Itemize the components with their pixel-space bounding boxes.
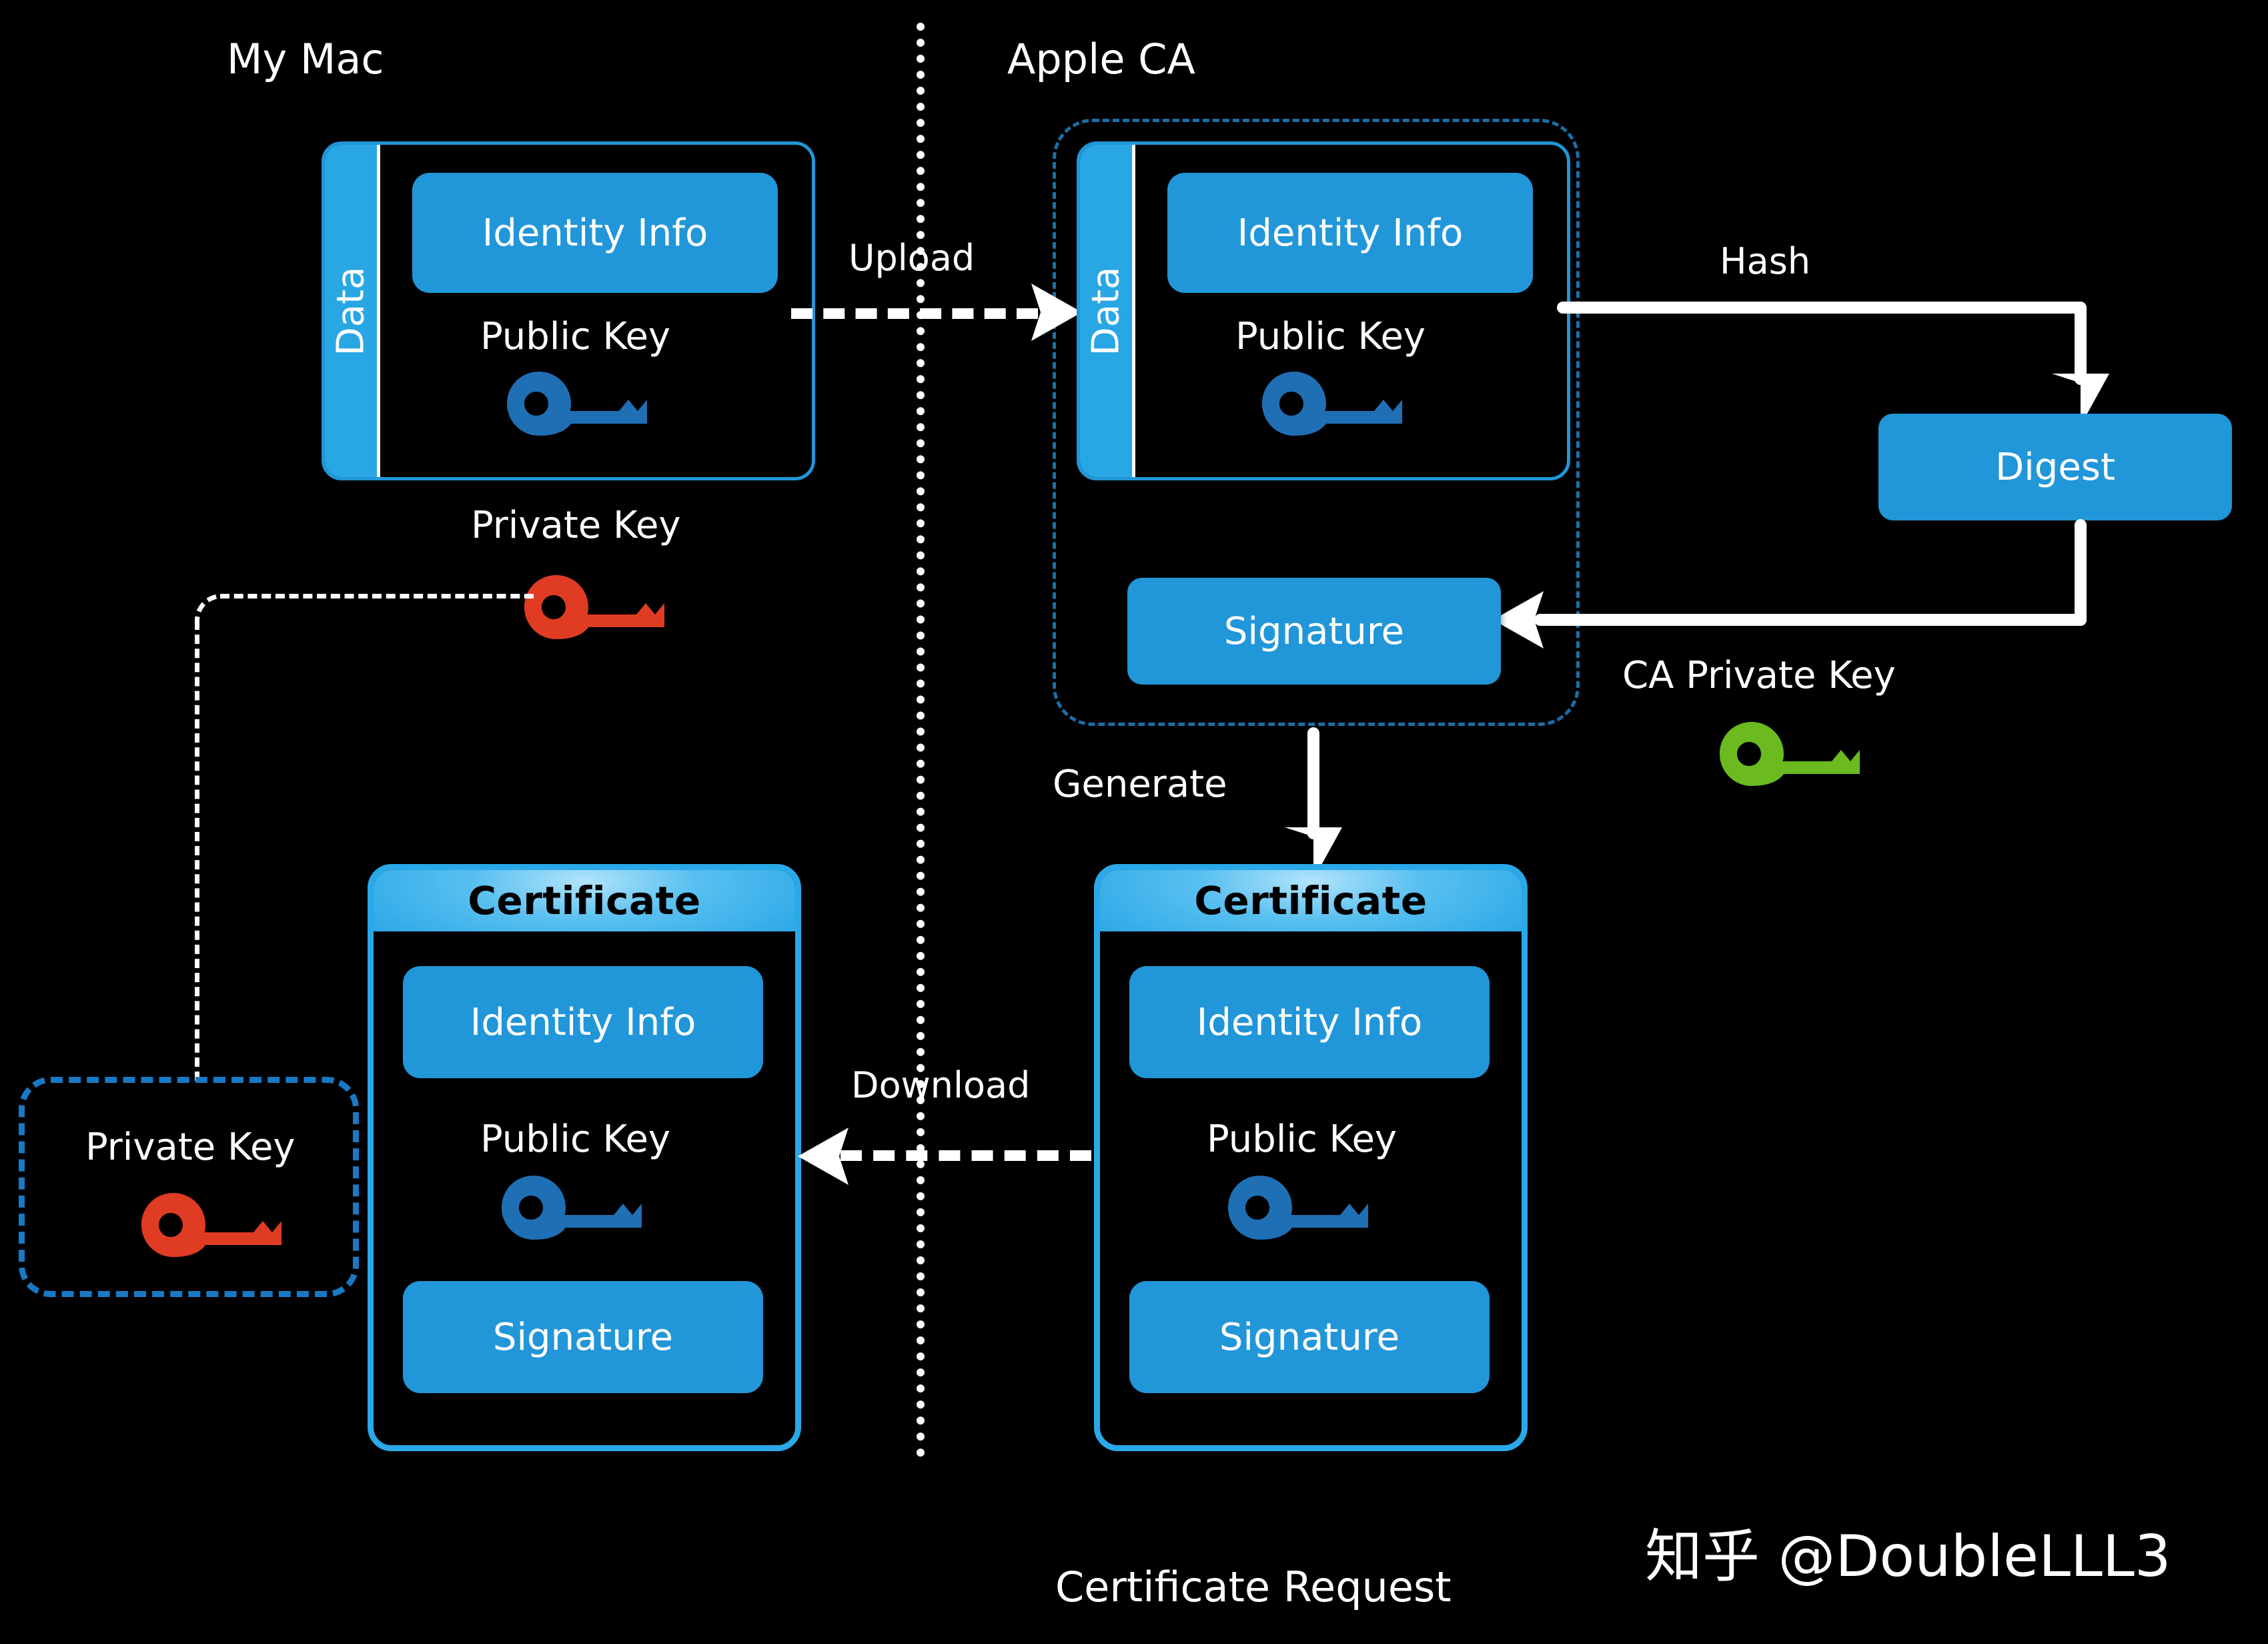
public-key-label-my-mac: Public Key [480, 315, 671, 358]
key-icon [1228, 1176, 1368, 1240]
signature-box-apple-ca: Signature [1127, 578, 1501, 685]
stored-private-key-label: Private Key [85, 1126, 296, 1169]
download-arrow-line [840, 1150, 1091, 1161]
public-key-label-cert-left: Public Key [480, 1118, 671, 1161]
certificate-body-left: Identity Info Public Key Signature [374, 931, 795, 1445]
diagram-caption: Certificate Request [1055, 1563, 1452, 1611]
key-icon [507, 372, 647, 436]
data-spine-label: Data [1084, 266, 1128, 356]
certificate-card-right: Certificate Identity Info Public Key Sig… [1094, 864, 1528, 1451]
upload-arrow-line [791, 308, 1038, 319]
sign-arrow-horizontal [1534, 614, 2087, 626]
key-icon [1262, 372, 1402, 436]
generate-arrow-label: Generate [1053, 763, 1227, 806]
data-spine-left: Data [325, 145, 377, 477]
private-key-connector-horizontal [220, 594, 534, 598]
stored-private-key-box [19, 1077, 359, 1297]
data-spine-label: Data [329, 266, 373, 356]
upload-arrow-label: Upload [848, 237, 975, 279]
certificate-body-right: Identity Info Public Key Signature [1100, 931, 1522, 1445]
public-key-label-apple-ca: Public Key [1235, 315, 1426, 358]
download-arrow-label: Download [851, 1064, 1031, 1106]
watermark: 知乎 @DoubleLLL3 [1645, 1523, 2171, 1590]
signature-box-cert-right: Signature [1129, 1281, 1490, 1393]
key-icon [1720, 722, 1860, 786]
identity-info-box-my-mac: Identity Info [412, 173, 778, 293]
generate-arrow-line [1307, 727, 1319, 839]
ca-private-key-label: CA Private Key [1622, 654, 1896, 697]
section-title-apple-ca: Apple CA [1007, 35, 1195, 83]
signature-box-cert-left: Signature [403, 1281, 763, 1393]
hash-arrow-vertical [2075, 302, 2087, 385]
identity-info-box-apple-ca: Identity Info [1167, 173, 1533, 293]
data-spine-right: Data [1080, 145, 1132, 477]
certificate-card-left: Certificate Identity Info Public Key Sig… [368, 864, 801, 1451]
private-key-connector-corner [195, 594, 229, 628]
my-mac-data-card: Data Identity Info Public Key [322, 141, 815, 480]
diagram-canvas: My Mac Apple CA Data Identity Info Publi… [0, 0, 2268, 1644]
sign-arrow-vertical [2075, 519, 2087, 626]
data-card-body-right: Identity Info Public Key [1132, 145, 1567, 477]
key-icon [502, 1176, 642, 1240]
digest-box: Digest [1878, 414, 2232, 520]
data-card-body-left: Identity Info Public Key [377, 145, 812, 477]
apple-ca-data-card: Data Identity Info Public Key [1077, 141, 1570, 480]
identity-info-box-cert-left: Identity Info [403, 966, 763, 1078]
public-key-label-cert-right: Public Key [1207, 1118, 1397, 1161]
download-arrow-head [798, 1128, 848, 1185]
hash-arrow-horizontal [1557, 302, 2084, 314]
certificate-header-right: Certificate [1100, 870, 1522, 931]
hash-arrow-label: Hash [1720, 240, 1811, 282]
upload-arrow-head [1031, 284, 1082, 341]
identity-info-box-cert-right: Identity Info [1129, 966, 1490, 1078]
key-icon [524, 575, 664, 639]
certificate-header-left: Certificate [374, 870, 795, 931]
private-key-connector-vertical [195, 621, 199, 1081]
my-mac-private-key-label: Private Key [471, 504, 681, 547]
key-icon [141, 1193, 281, 1257]
section-title-my-mac: My Mac [227, 35, 384, 83]
